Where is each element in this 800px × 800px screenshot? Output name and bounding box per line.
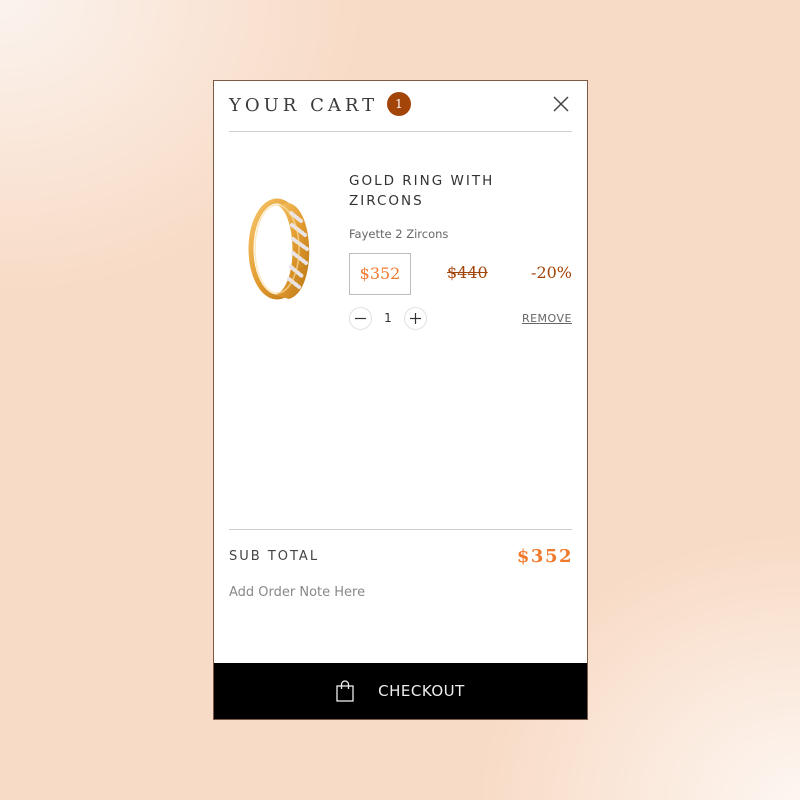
- decrease-quantity-button[interactable]: [349, 306, 372, 330]
- subtotal-label: SUB TOTAL: [229, 549, 320, 564]
- current-price: $352: [349, 253, 411, 295]
- cart-title: YOUR CART: [229, 95, 379, 116]
- remove-item-link[interactable]: REMOVE: [522, 312, 572, 325]
- increase-quantity-button[interactable]: [404, 306, 427, 330]
- gold-ring-image: [248, 198, 310, 300]
- close-button[interactable]: [552, 95, 570, 113]
- close-icon: [553, 96, 569, 112]
- cart-count-badge: 1: [387, 92, 411, 116]
- product-name[interactable]: GOLD RING WITH ZIRCONS: [349, 171, 569, 211]
- cart-header: YOUR CART 1: [229, 81, 572, 132]
- checkout-label: CHECKOUT: [378, 682, 465, 700]
- product-image[interactable]: [229, 191, 329, 323]
- discount-percent: -20%: [531, 263, 572, 282]
- quantity-stepper: 1: [349, 306, 427, 330]
- cart-drawer: YOUR CART 1 GOLD RING WITH ZIRCONS Fayet…: [213, 80, 588, 720]
- cart-item: GOLD RING WITH ZIRCONS Fayette 2 Zircons…: [229, 171, 572, 331]
- checkout-button[interactable]: CHECKOUT: [214, 663, 587, 719]
- minus-icon: [355, 317, 366, 319]
- shopping-bag-icon: [336, 680, 354, 702]
- plus-icon: [410, 312, 421, 324]
- footer-divider: [229, 529, 572, 530]
- product-variant: Fayette 2 Zircons: [349, 227, 449, 241]
- quantity-value[interactable]: 1: [372, 311, 404, 325]
- subtotal-value: $352: [516, 546, 573, 567]
- original-price: $440: [447, 263, 488, 282]
- order-note-link[interactable]: Add Order Note Here: [229, 585, 365, 600]
